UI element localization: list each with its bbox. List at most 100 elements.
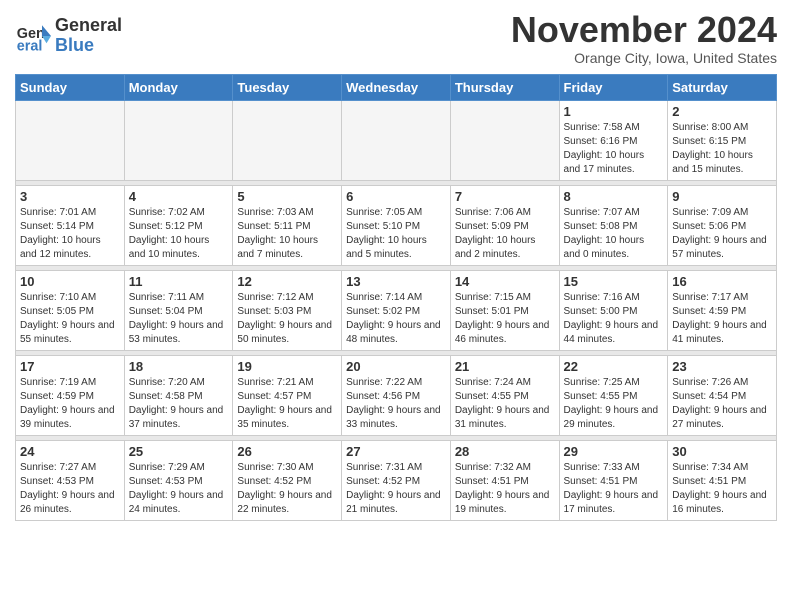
table-row [342, 100, 451, 180]
logo-blue: Blue [55, 36, 122, 56]
day-number: 5 [237, 189, 337, 204]
calendar-header-monday: Monday [124, 74, 233, 100]
calendar-header-saturday: Saturday [668, 74, 777, 100]
day-info: Sunrise: 7:12 AMSunset: 5:03 PMDaylight:… [237, 291, 337, 347]
day-number: 6 [346, 189, 446, 204]
table-row: 12 Sunrise: 7:12 AMSunset: 5:03 PMDayligh… [233, 270, 342, 350]
calendar-header-sunday: Sunday [16, 74, 125, 100]
day-info: Sunrise: 7:17 AMSunset: 4:59 PMDaylight:… [672, 291, 772, 347]
day-info: Sunrise: 7:27 AMSunset: 4:53 PMDaylight:… [20, 461, 120, 517]
table-row: 27 Sunrise: 7:31 AMSunset: 4:52 PMDayligh… [342, 440, 451, 520]
calendar-table: SundayMondayTuesdayWednesdayThursdayFrid… [15, 74, 777, 521]
day-info: Sunrise: 7:33 AMSunset: 4:51 PMDaylight:… [564, 461, 664, 517]
day-info: Sunrise: 7:34 AMSunset: 4:51 PMDaylight:… [672, 461, 772, 517]
day-number: 12 [237, 274, 337, 289]
table-row: 18Sunrise: 7:20 AMSunset: 4:58 PMDayligh… [124, 355, 233, 435]
day-number: 28 [455, 444, 555, 459]
day-number: 8 [564, 189, 664, 204]
calendar-header-friday: Friday [559, 74, 668, 100]
calendar-header-tuesday: Tuesday [233, 74, 342, 100]
table-row: 24Sunrise: 7:27 AMSunset: 4:53 PMDayligh… [16, 440, 125, 520]
day-info: Sunrise: 7:19 AMSunset: 4:59 PMDaylight:… [20, 376, 120, 432]
table-row [16, 100, 125, 180]
day-info: Sunrise: 7:14 AMSunset: 5:02 PMDaylight:… [346, 291, 446, 347]
table-row: 2 Sunrise: 8:00 AMSunset: 6:15 PMDaylight… [668, 100, 777, 180]
day-info: Sunrise: 7:26 AMSunset: 4:54 PMDaylight:… [672, 376, 772, 432]
day-info: Sunrise: 7:24 AMSunset: 4:55 PMDaylight:… [455, 376, 555, 432]
day-number: 10 [20, 274, 120, 289]
calendar-week-row: 24Sunrise: 7:27 AMSunset: 4:53 PMDayligh… [16, 440, 777, 520]
table-row: 22Sunrise: 7:25 AMSunset: 4:55 PMDayligh… [559, 355, 668, 435]
day-info: Sunrise: 7:10 AMSunset: 5:05 PMDaylight:… [20, 291, 120, 347]
day-number: 15 [564, 274, 664, 289]
day-info: Sunrise: 8:00 AMSunset: 6:15 PMDaylight:… [672, 121, 772, 177]
table-row: 28Sunrise: 7:32 AMSunset: 4:51 PMDayligh… [450, 440, 559, 520]
table-row: 3 Sunrise: 7:01 AMSunset: 5:14 PMDaylight… [16, 185, 125, 265]
calendar-header-row: SundayMondayTuesdayWednesdayThursdayFrid… [16, 74, 777, 100]
day-number: 19 [237, 359, 337, 374]
table-row: 14Sunrise: 7:15 AMSunset: 5:01 PMDayligh… [450, 270, 559, 350]
day-number: 11 [129, 274, 229, 289]
table-row: 8 Sunrise: 7:07 AMSunset: 5:08 PMDaylight… [559, 185, 668, 265]
day-number: 13 [346, 274, 446, 289]
day-number: 3 [20, 189, 120, 204]
day-number: 18 [129, 359, 229, 374]
day-number: 14 [455, 274, 555, 289]
day-number: 21 [455, 359, 555, 374]
table-row: 13 Sunrise: 7:14 AMSunset: 5:02 PMDayligh… [342, 270, 451, 350]
table-row: 11 Sunrise: 7:11 AMSunset: 5:04 PMDayligh… [124, 270, 233, 350]
table-row: 25 Sunrise: 7:29 AMSunset: 4:53 PMDayligh… [124, 440, 233, 520]
day-info: Sunrise: 7:11 AMSunset: 5:04 PMDaylight:… [129, 291, 229, 347]
table-row: 19Sunrise: 7:21 AMSunset: 4:57 PMDayligh… [233, 355, 342, 435]
day-info: Sunrise: 7:29 AMSunset: 4:53 PMDaylight:… [129, 461, 229, 517]
month-title: November 2024 [511, 10, 777, 50]
day-number: 30 [672, 444, 772, 459]
logo-general: General [55, 16, 122, 36]
day-info: Sunrise: 7:16 AMSunset: 5:00 PMDaylight:… [564, 291, 664, 347]
logo: Gen eral General Blue [15, 16, 122, 56]
table-row: 23 Sunrise: 7:26 AMSunset: 4:54 PMDayligh… [668, 355, 777, 435]
day-number: 9 [672, 189, 772, 204]
calendar-header-wednesday: Wednesday [342, 74, 451, 100]
table-row: 26Sunrise: 7:30 AMSunset: 4:52 PMDayligh… [233, 440, 342, 520]
calendar-week-row: 3 Sunrise: 7:01 AMSunset: 5:14 PMDaylight… [16, 185, 777, 265]
day-info: Sunrise: 7:06 AMSunset: 5:09 PMDaylight:… [455, 206, 555, 262]
logo-icon: Gen eral [15, 18, 51, 54]
table-row: 17 Sunrise: 7:19 AMSunset: 4:59 PMDayligh… [16, 355, 125, 435]
table-row: 9Sunrise: 7:09 AMSunset: 5:06 PMDaylight… [668, 185, 777, 265]
table-row [450, 100, 559, 180]
day-info: Sunrise: 7:02 AMSunset: 5:12 PMDaylight:… [129, 206, 229, 262]
day-info: Sunrise: 7:22 AMSunset: 4:56 PMDaylight:… [346, 376, 446, 432]
day-info: Sunrise: 7:01 AMSunset: 5:14 PMDaylight:… [20, 206, 120, 262]
table-row: 10 Sunrise: 7:10 AMSunset: 5:05 PMDayligh… [16, 270, 125, 350]
day-number: 17 [20, 359, 120, 374]
day-number: 16 [672, 274, 772, 289]
page-header: Gen eral General Blue November 2024 Oran… [15, 10, 777, 66]
table-row: 7 Sunrise: 7:06 AMSunset: 5:09 PMDaylight… [450, 185, 559, 265]
calendar-week-row: 10 Sunrise: 7:10 AMSunset: 5:05 PMDayligh… [16, 270, 777, 350]
location: Orange City, Iowa, United States [511, 50, 777, 66]
day-number: 1 [564, 104, 664, 119]
day-number: 27 [346, 444, 446, 459]
table-row: 4 Sunrise: 7:02 AMSunset: 5:12 PMDaylight… [124, 185, 233, 265]
logo-text: General Blue [55, 16, 122, 56]
table-row: 20 Sunrise: 7:22 AMSunset: 4:56 PMDayligh… [342, 355, 451, 435]
day-number: 2 [672, 104, 772, 119]
day-number: 22 [564, 359, 664, 374]
day-number: 4 [129, 189, 229, 204]
calendar-week-row: 1Sunrise: 7:58 AMSunset: 6:16 PMDaylight… [16, 100, 777, 180]
table-row: 29Sunrise: 7:33 AMSunset: 4:51 PMDayligh… [559, 440, 668, 520]
day-number: 23 [672, 359, 772, 374]
day-info: Sunrise: 7:07 AMSunset: 5:08 PMDaylight:… [564, 206, 664, 262]
day-info: Sunrise: 7:03 AMSunset: 5:11 PMDaylight:… [237, 206, 337, 262]
day-number: 25 [129, 444, 229, 459]
table-row [124, 100, 233, 180]
day-info: Sunrise: 7:31 AMSunset: 4:52 PMDaylight:… [346, 461, 446, 517]
table-row: 5 Sunrise: 7:03 AMSunset: 5:11 PMDaylight… [233, 185, 342, 265]
table-row: 1Sunrise: 7:58 AMSunset: 6:16 PMDaylight… [559, 100, 668, 180]
day-number: 20 [346, 359, 446, 374]
day-number: 7 [455, 189, 555, 204]
table-row [233, 100, 342, 180]
day-info: Sunrise: 7:05 AMSunset: 5:10 PMDaylight:… [346, 206, 446, 262]
calendar-header-thursday: Thursday [450, 74, 559, 100]
